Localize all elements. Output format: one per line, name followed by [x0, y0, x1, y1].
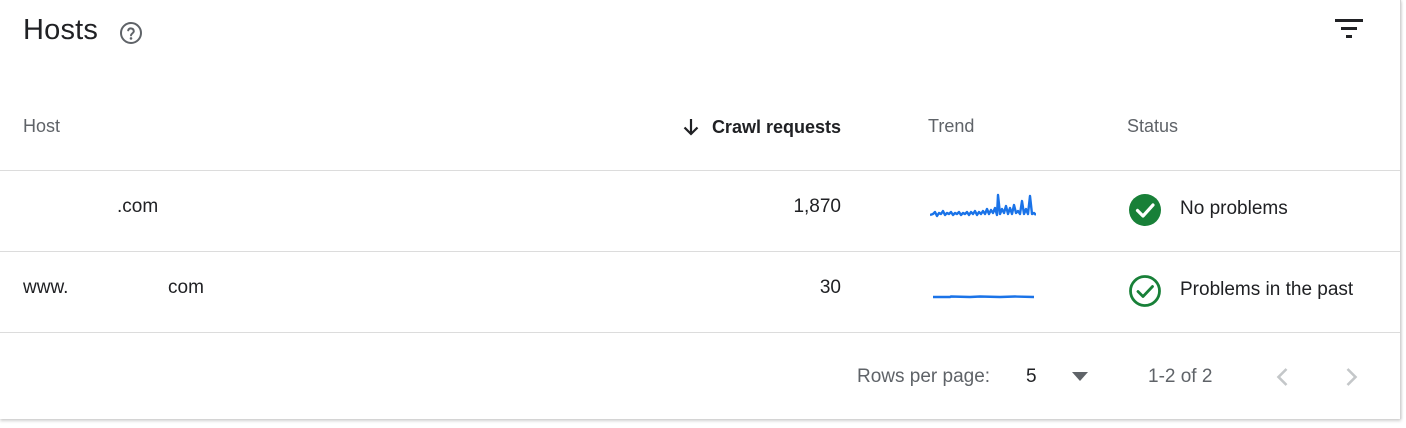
crawl-requests-value: 1,870 [793, 196, 841, 217]
trend-sparkline [930, 193, 1036, 218]
check-circle-outline-icon [1129, 275, 1161, 307]
status-text: No problems [1180, 198, 1288, 219]
table-row[interactable]: www. com 30 Problems in the past [0, 252, 1400, 333]
trend-sparkline [933, 295, 1035, 299]
caret-down-icon [1072, 372, 1088, 381]
host-name-prefix: www. [23, 277, 69, 298]
status-text: Problems in the past [1180, 279, 1354, 300]
rows-per-page-value: 5 [1026, 366, 1037, 387]
card-header: Hosts [0, 0, 1400, 80]
rows-per-page-select[interactable]: 5 [1010, 358, 1098, 398]
column-header-trend: Trend [928, 116, 975, 136]
column-header-crawl-requests[interactable]: Crawl requests [680, 116, 841, 138]
help-circle-icon[interactable] [119, 21, 143, 45]
column-header-crawl-requests-label: Crawl requests [711, 116, 841, 137]
pagination-footer: Rows per page: 5 1-2 of 2 [0, 333, 1400, 419]
rows-per-page-label: Rows per page: [857, 366, 991, 387]
crawl-requests-value: 30 [819, 277, 841, 298]
column-header-status[interactable]: Status [1127, 116, 1178, 137]
chevron-left-icon[interactable] [1265, 359, 1301, 395]
chevron-right-icon[interactable] [1333, 359, 1369, 395]
host-name: .com [117, 196, 159, 217]
hosts-card: Hosts Host Crawl requests Trend Status .… [0, 0, 1401, 419]
arrow-down-icon [683, 119, 699, 136]
column-header-host[interactable]: Host [23, 116, 60, 137]
card-title: Hosts [23, 14, 99, 46]
table-header-row: Host Crawl requests Trend Status [0, 88, 1400, 171]
check-circle-filled-icon [1129, 194, 1161, 226]
filter-list-icon[interactable] [1333, 16, 1365, 40]
pagination-range: 1-2 of 2 [1148, 366, 1213, 387]
table-row[interactable]: .com 1,870 No problems [0, 171, 1400, 252]
host-name-suffix: com [168, 277, 204, 298]
